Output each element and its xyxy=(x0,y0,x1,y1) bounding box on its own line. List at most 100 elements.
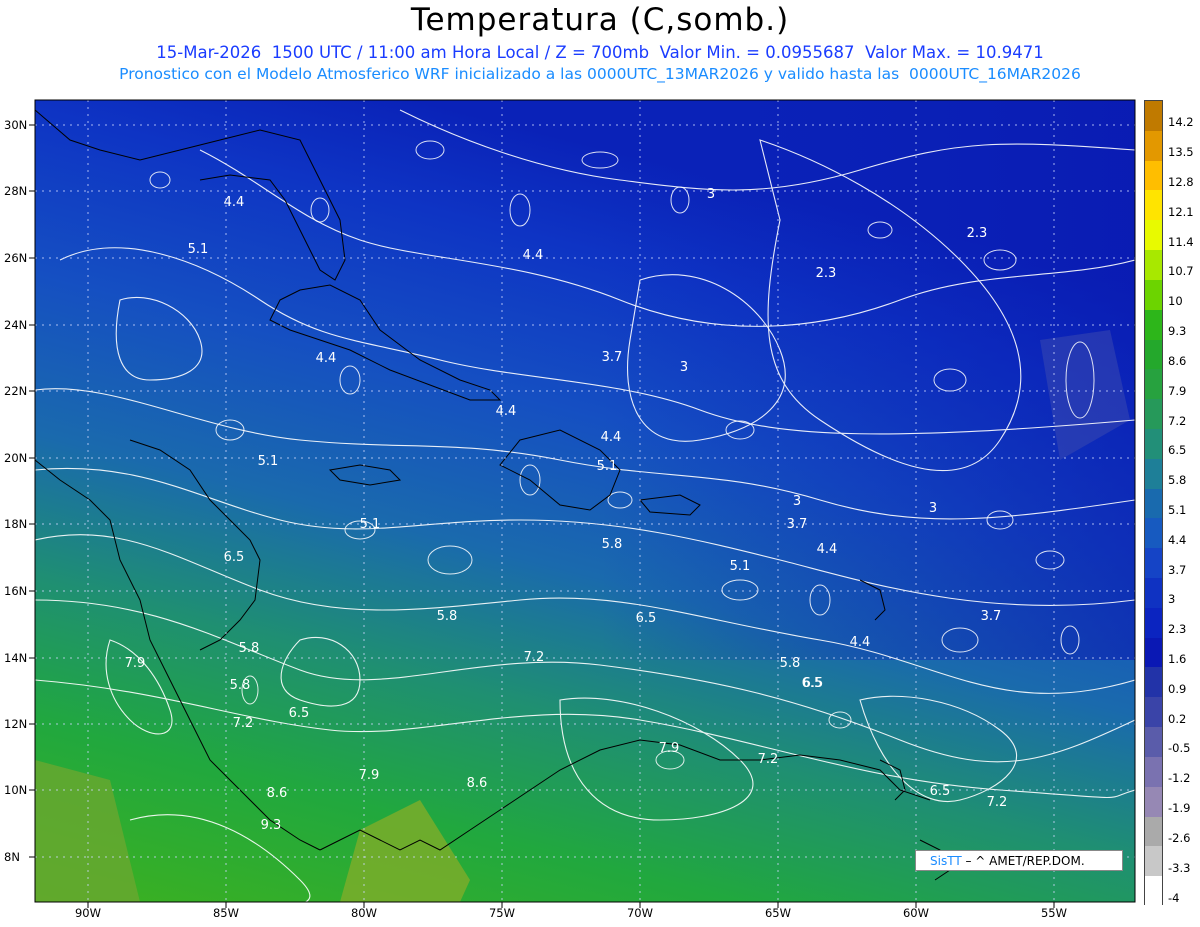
lat-tick-label: 28N xyxy=(4,184,28,198)
colorbar-segment xyxy=(1145,846,1162,877)
lat-tick-label: 18N xyxy=(4,517,28,531)
colorbar-segment xyxy=(1145,786,1162,818)
colorbar-segment xyxy=(1145,607,1162,639)
contour-label: 4.4 xyxy=(601,430,622,445)
contour-label: 7.2 xyxy=(758,752,779,767)
contour-label: 7.2 xyxy=(233,716,254,731)
contour-label: 5.8 xyxy=(780,656,801,671)
colorbar-level-label: 10 xyxy=(1168,294,1183,309)
agency-logo: SisTT – ^ AMET/REP.DOM. xyxy=(915,850,1123,871)
colorbar-level-label: 10.7 xyxy=(1168,264,1194,279)
contour-label: 6.5 xyxy=(224,550,245,565)
contour-label: 4.4 xyxy=(224,195,245,210)
lat-tick-label: 12N xyxy=(4,717,28,731)
lat-tick-label: 26N xyxy=(4,251,28,265)
contour-label: 4.4 xyxy=(850,635,871,650)
colorbar-segment xyxy=(1145,578,1162,609)
lon-tick-label: 85W xyxy=(212,906,240,920)
lat-tick-label: 10N xyxy=(4,783,28,797)
temperature-map: 4.4 5.1 4.4 3 2.3 2.3 4.4 3.7 3 4.4 4.4 5.1 5.1 5.1 3 3… xyxy=(29,99,1136,908)
colorbar-segment xyxy=(1145,488,1162,519)
colorbar-level-label: -3.3 xyxy=(1168,860,1191,875)
colorbar-level-label: 0.2 xyxy=(1168,711,1187,726)
colorbar-segment xyxy=(1145,637,1162,668)
contour-label: 4.4 xyxy=(523,248,544,263)
colorbar-level-label: -1.2 xyxy=(1168,771,1191,786)
lon-tick-label: 65W xyxy=(764,906,792,920)
lat-tick-label: 16N xyxy=(4,584,28,598)
logo-brand: SisTT xyxy=(930,854,962,868)
contour-label: 3.7 xyxy=(602,350,623,365)
lon-tick-label: 55W xyxy=(1040,906,1068,920)
colorbar xyxy=(1144,100,1163,907)
contour-label: 4.4 xyxy=(817,542,838,557)
colorbar-segment xyxy=(1145,101,1162,132)
colorbar-segment xyxy=(1145,667,1162,698)
contour-label: 7.9 xyxy=(359,768,380,783)
contour-label: 4.4 xyxy=(496,404,517,419)
contour-label: 6.5 xyxy=(930,784,951,799)
colorbar-level-label: 7.2 xyxy=(1168,413,1187,428)
contour-label: 8.6 xyxy=(267,786,288,801)
colorbar-level-label: 3.7 xyxy=(1168,562,1187,577)
colorbar-level-label: -4 xyxy=(1168,890,1180,905)
colorbar-level-label: 13.5 xyxy=(1168,145,1194,160)
lon-tick-label: 75W xyxy=(488,906,516,920)
colorbar-level-label: 12.1 xyxy=(1168,204,1194,219)
colorbar-level-label: 14.2 xyxy=(1168,115,1194,130)
contour-label: 4.4 xyxy=(316,351,337,366)
contour-label: 5.1 xyxy=(360,517,381,532)
lon-tick-label: 70W xyxy=(626,906,654,920)
contour-label: 9.3 xyxy=(261,818,282,833)
lon-tick-label: 90W xyxy=(74,906,102,920)
contour-label: 6.5 xyxy=(636,611,657,626)
colorbar-segment xyxy=(1145,756,1162,788)
colorbar-level-label: 5.1 xyxy=(1168,502,1187,517)
colorbar-segment xyxy=(1145,399,1162,430)
colorbar-level-label: 8.6 xyxy=(1168,353,1187,368)
lat-tick-label: 14N xyxy=(4,651,28,665)
colorbar-level-label: 2.3 xyxy=(1168,622,1187,637)
colorbar-segment xyxy=(1145,339,1162,370)
colorbar-segment xyxy=(1145,220,1162,251)
colorbar-segment xyxy=(1145,816,1162,847)
colorbar-level-label: 5.8 xyxy=(1168,473,1187,488)
colorbar-segment xyxy=(1145,458,1162,490)
lat-tick-label: 24N xyxy=(4,318,28,332)
colorbar-level-label: 9.3 xyxy=(1168,324,1187,339)
contour-label: 7.9 xyxy=(659,741,680,756)
colorbar-segment xyxy=(1145,190,1162,221)
logo-text: – ^ AMET/REP.DOM. xyxy=(965,854,1085,868)
contour-label: 2.3 xyxy=(816,266,837,281)
lon-tick-label: 60W xyxy=(902,906,930,920)
lat-tick-label: 20N xyxy=(4,451,28,465)
lat-tick-label: 22N xyxy=(4,384,28,398)
contour-label: 3 xyxy=(929,501,937,516)
contour-label: 5.8 xyxy=(239,641,260,656)
contour-label: 7.2 xyxy=(524,650,545,665)
contour-label: 3 xyxy=(707,187,715,202)
colorbar-level-label: -0.5 xyxy=(1168,741,1191,756)
contour-label: 2.3 xyxy=(967,226,988,241)
colorbar-level-label: 11.4 xyxy=(1168,234,1194,249)
colorbar-level-label: 1.6 xyxy=(1168,652,1187,667)
colorbar-level-label: -1.9 xyxy=(1168,801,1191,816)
contour-label: 3.7 xyxy=(787,517,808,532)
colorbar-level-label: 3 xyxy=(1168,592,1176,607)
contour-label: 6.5 xyxy=(289,706,310,721)
colorbar-level-label: 7.9 xyxy=(1168,383,1187,398)
lat-tick-label: 30N xyxy=(4,118,28,132)
colorbar-level-label: 6.5 xyxy=(1168,443,1187,458)
contour-label: 5.1 xyxy=(258,454,279,469)
colorbar-level-label: 4.4 xyxy=(1168,532,1187,547)
colorbar-level-label: 12.8 xyxy=(1168,174,1194,189)
colorbar-segment xyxy=(1145,518,1162,549)
colorbar-level-label: 0.9 xyxy=(1168,681,1187,696)
colorbar-level-label: -2.6 xyxy=(1168,830,1191,845)
colorbar-segment xyxy=(1145,250,1162,281)
contour-label: 8.6 xyxy=(467,776,488,791)
contour-label: 5.8 xyxy=(437,609,458,624)
contour-label: 5.1 xyxy=(188,242,209,257)
colorbar-segment xyxy=(1145,428,1162,460)
contour-label: 3 xyxy=(680,360,688,375)
